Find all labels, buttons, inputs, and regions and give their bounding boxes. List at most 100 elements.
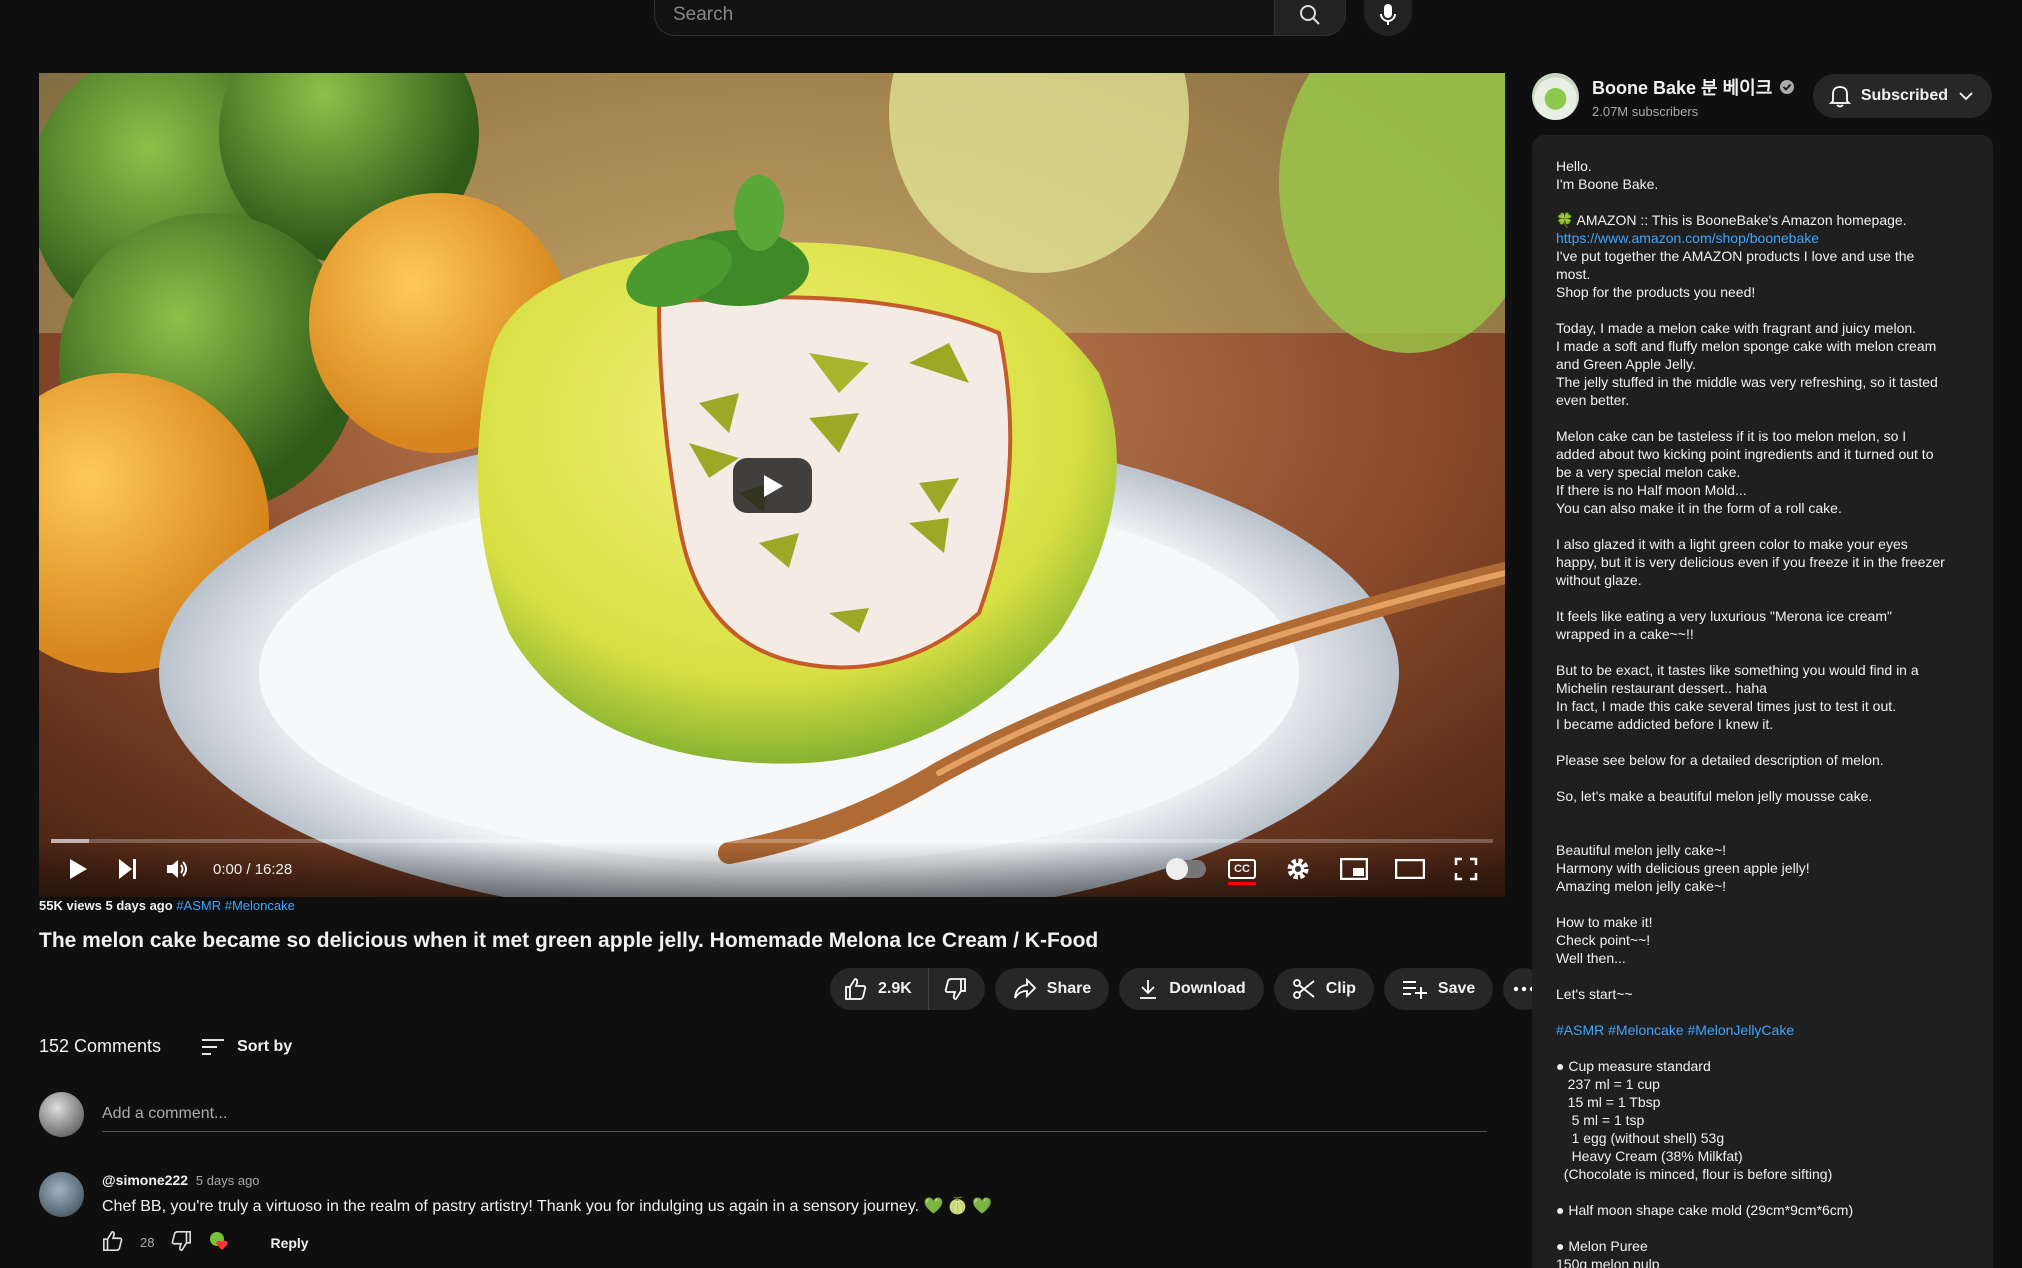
description-line [1556, 193, 1971, 211]
bell-icon [1828, 86, 1851, 108]
thumbs-up-icon [103, 1231, 123, 1251]
playlist-add-icon [1402, 981, 1427, 999]
description-panel: Hello.I'm Boone Bake.🍀 AMAZON :: This is… [1532, 135, 1993, 1268]
clip-label: Clip [1325, 980, 1356, 997]
channel-name[interactable]: Boone Bake 분 베이크 [1592, 74, 1772, 100]
search-placeholder: Search [673, 4, 734, 25]
reply-button[interactable]: Reply [270, 1235, 308, 1251]
user-avatar [39, 1092, 84, 1137]
search-button[interactable] [1274, 0, 1346, 36]
description-line: But to be exact, it tastes like somethin… [1556, 662, 1919, 678]
description-hashtags[interactable]: #ASMR #Meloncake #MelonJellyCake [1556, 1021, 1971, 1039]
volume-icon [167, 860, 187, 878]
description-line: 1 egg (without shell) 53g [1556, 1130, 1725, 1146]
channel-row: Boone Bake 분 베이크 2.07M subscribers Subsc… [1532, 72, 1992, 120]
description-line [1556, 1003, 1971, 1021]
download-button[interactable]: Download [1119, 968, 1264, 1010]
add-comment-placeholder: Add a comment... [102, 1105, 228, 1122]
description-line: ● Cup measure standard [1556, 1058, 1711, 1074]
theater-mode-button[interactable] [1385, 844, 1435, 894]
hashtags[interactable]: #ASMR #Meloncake [176, 898, 295, 913]
commenter-avatar[interactable] [39, 1172, 84, 1217]
description-line: I'm Boone Bake. [1556, 176, 1659, 192]
views-date: 55K views 5 days ago [39, 898, 173, 913]
fullscreen-button[interactable] [1441, 844, 1491, 894]
share-label: Share [1046, 980, 1092, 997]
description-line: Shop for the products you need! [1556, 284, 1756, 300]
description-line [1556, 967, 1971, 985]
video-player[interactable]: 0:00 / 16:28 CC [39, 73, 1505, 897]
description-line: I made a soft and fluffy melon sponge ca… [1556, 338, 1937, 354]
search-icon [1300, 5, 1320, 25]
share-button[interactable]: Share [994, 968, 1110, 1010]
clip-button[interactable]: Clip [1273, 968, 1374, 1010]
comment-like-button[interactable] [102, 1230, 124, 1255]
thumbs-down-icon [944, 978, 966, 1000]
like-button[interactable]: 2.9K [830, 968, 929, 1010]
description-line [1556, 895, 1971, 913]
scissors-icon [1292, 979, 1315, 999]
channel-avatar[interactable] [1532, 72, 1579, 120]
description-line: Beautiful melon jelly cake~! [1556, 842, 1727, 858]
description-line: Hello. [1556, 158, 1592, 174]
channel-name-row: Boone Bake 분 베이크 [1592, 74, 1795, 100]
description-line [1556, 1183, 1971, 1201]
sort-button[interactable]: Sort by [201, 1038, 292, 1056]
description-line [1556, 517, 1971, 535]
download-icon [1140, 980, 1157, 999]
action-bar: 2.9K Share Download Clip Save [830, 968, 1546, 1010]
description-line: 150g melon pulp [1556, 1256, 1660, 1268]
description-line: You can also make it in the form of a ro… [1556, 500, 1842, 516]
autoplay-toggle[interactable] [1161, 844, 1211, 894]
description-line: (Chocolate is minced, flour is before si… [1556, 1166, 1833, 1182]
subscribe-label: Subscribed [1860, 87, 1948, 104]
gear-icon [1287, 858, 1309, 880]
play-button[interactable] [53, 844, 103, 894]
settings-button[interactable] [1273, 844, 1323, 894]
subscriber-count: 2.07M subscribers [1592, 103, 1699, 119]
share-icon [1013, 978, 1037, 999]
video-title: The melon cake became so delicious when … [39, 929, 1099, 952]
dislike-button[interactable] [929, 968, 985, 1010]
description-line: Heavy Cream (38% Milkfat) [1556, 1148, 1743, 1164]
description-line: I also glazed it with a light green colo… [1556, 536, 1908, 552]
next-button[interactable] [103, 844, 153, 894]
description-line: The jelly stuffed in the middle was very… [1556, 374, 1938, 390]
volume-button[interactable] [153, 844, 203, 894]
description-line: If there is no Half moon Mold... [1556, 482, 1747, 498]
description-line: added about two kicking point ingredient… [1556, 446, 1934, 462]
search-input[interactable]: Search [654, 0, 1274, 36]
description-text: Hello.I'm Boone Bake.🍀 AMAZON :: This is… [1556, 157, 1971, 1268]
search-bar: Search [654, 0, 1412, 36]
description-line: I became addicted before I knew it. [1556, 716, 1774, 732]
like-count: 2.9K [878, 980, 912, 997]
description-line: How to make it! [1556, 914, 1653, 930]
play-overlay-button[interactable] [733, 458, 812, 513]
description-line: 🍀 AMAZON :: This is BooneBake's Amazon h… [1556, 212, 1907, 228]
description-line: Melon cake can be tasteless if it is too… [1556, 428, 1907, 444]
add-comment-input[interactable]: Add a comment... [102, 1097, 1487, 1132]
skip-next-icon [119, 859, 136, 879]
comment-time[interactable]: 5 days ago [196, 1173, 260, 1188]
subscribe-button[interactable]: Subscribed [1812, 74, 1992, 118]
player-controls: 0:00 / 16:28 CC [39, 841, 1505, 897]
description-line: In fact, I made this cake several times … [1556, 698, 1897, 714]
sort-label: Sort by [237, 1037, 293, 1055]
description-line: Amazing melon jelly cake~! [1556, 878, 1727, 894]
comment-author[interactable]: @simone222 [102, 1172, 188, 1188]
description-line [1556, 769, 1971, 787]
subtitles-button[interactable]: CC [1217, 844, 1267, 894]
miniplayer-button[interactable] [1329, 844, 1379, 894]
thumbs-up-icon [845, 978, 867, 1000]
description-link[interactable]: https://www.amazon.com/shop/boonebake [1556, 229, 1971, 247]
comment-dislike-button[interactable] [170, 1230, 192, 1255]
description-line: without glaze. [1556, 572, 1642, 588]
save-button[interactable]: Save [1383, 968, 1494, 1010]
comment-actions: 28 Reply [102, 1230, 1487, 1255]
comment-text: Chef BB, you're truly a virtuoso in the … [102, 1198, 993, 1215]
voice-search-button[interactable] [1364, 0, 1412, 36]
comment-item: @simone222 5 days ago Chef BB, you're tr… [39, 1172, 1487, 1255]
description-line [1556, 409, 1971, 427]
miniplayer-icon [1340, 858, 1368, 880]
description-line: and Green Apple Jelly. [1556, 356, 1696, 372]
